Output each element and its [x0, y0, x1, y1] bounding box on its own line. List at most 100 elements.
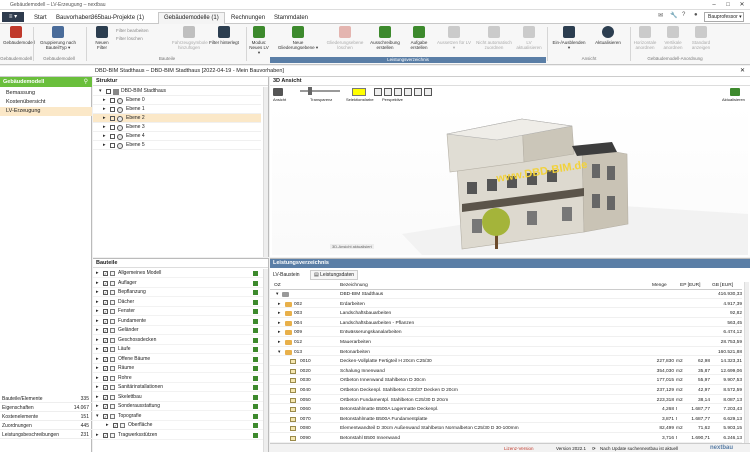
- building-render[interactable]: www.DBD-BIM.de: [272, 104, 748, 255]
- checkbox[interactable]: [110, 107, 115, 112]
- filter-hinterlegt-button[interactable]: Filter hinterlegt: [208, 26, 240, 45]
- tab-365bau-projekte[interactable]: 365bau-Projekte (1): [85, 12, 150, 24]
- expand-icon[interactable]: ▸: [103, 123, 106, 132]
- filter-icon[interactable]: [253, 337, 258, 343]
- filter-loeschen-button[interactable]: Filter löschen: [116, 36, 143, 41]
- filter-icon[interactable]: [253, 394, 258, 400]
- col-ep[interactable]: EP [EUR]: [680, 282, 700, 290]
- tree-level-row[interactable]: ▸ Ebene 0: [93, 96, 261, 105]
- checkbox[interactable]: ✓: [103, 413, 108, 419]
- app-menu-button[interactable]: ≡ ▾: [2, 12, 24, 22]
- collapse-icon[interactable]: ▾: [99, 87, 102, 96]
- tree-level-row[interactable]: ▸ Ebene 2: [93, 114, 261, 123]
- checkbox[interactable]: ✓: [103, 290, 108, 295]
- refresh-3d-icon[interactable]: [730, 88, 740, 96]
- nav-item-kostenuebersicht[interactable]: Kostenübersicht: [0, 98, 92, 107]
- expand-icon[interactable]: ▸: [278, 320, 280, 328]
- filter-icon[interactable]: [253, 309, 258, 314]
- tab-gebaeudemodelle[interactable]: Gebäudemodelle (1): [158, 12, 225, 24]
- filter-icon[interactable]: [253, 290, 258, 295]
- filter-icon[interactable]: [253, 432, 258, 438]
- checkbox[interactable]: ✓: [103, 375, 108, 381]
- filter-icon[interactable]: [253, 423, 258, 428]
- tab-leistungsdaten[interactable]: ▤ Leistungsdaten: [310, 270, 359, 280]
- filter-icon[interactable]: [253, 375, 258, 381]
- expand-icon[interactable]: ▸: [96, 355, 99, 364]
- tab-rechnungen[interactable]: Rechnungen: [225, 12, 271, 24]
- nav-item-lv-erzeugung[interactable]: LV-Erzeugung: [0, 107, 92, 116]
- expand-icon[interactable]: ▸: [96, 269, 99, 278]
- expand-icon[interactable]: ▸: [96, 374, 99, 383]
- lv-row[interactable]: ▸ 009 Entwässerungskanalarbeiten 6.474,12: [270, 329, 742, 337]
- bauteil-row[interactable]: ▾ ✓ Topografie: [93, 412, 263, 421]
- ein-ausblenden-button[interactable]: Ein-/Ausblenden ▾: [552, 26, 586, 50]
- view-perspective-icon[interactable]: [384, 88, 392, 96]
- checkbox[interactable]: [110, 143, 115, 148]
- expand-icon[interactable]: ▸: [96, 345, 99, 354]
- expand-icon[interactable]: ▸: [96, 298, 99, 307]
- bauteil-row[interactable]: ▸ ✓ Fundamente: [93, 317, 263, 326]
- expand-icon[interactable]: ▸: [96, 317, 99, 326]
- tree-level-row[interactable]: ▸ Ebene 5: [93, 141, 261, 150]
- checkbox[interactable]: ✓: [103, 366, 108, 371]
- checkbox[interactable]: ✓: [103, 299, 108, 305]
- expand-icon[interactable]: ▸: [103, 114, 106, 123]
- filter-icon[interactable]: [253, 413, 258, 419]
- close-model-tab-icon[interactable]: ✕: [740, 67, 745, 74]
- checkbox[interactable]: [110, 134, 115, 139]
- user-selector[interactable]: Bauprofessor ▾: [704, 12, 744, 22]
- nicht-zuordnen-button[interactable]: Nicht automatisch zuordnen: [476, 26, 512, 50]
- expand-icon[interactable]: ▸: [96, 431, 99, 440]
- neuer-filter-button[interactable]: Neuen Filter: [90, 26, 114, 50]
- view-mode-icon[interactable]: [273, 88, 283, 96]
- expand-icon[interactable]: ▸: [96, 279, 99, 288]
- expand-icon[interactable]: ▸: [103, 132, 106, 141]
- bauteil-row[interactable]: ▸ ✓ Offene Bäume: [93, 355, 263, 364]
- expand-icon[interactable]: ▸: [96, 336, 99, 345]
- filter-icon[interactable]: [253, 318, 258, 324]
- pin-icon[interactable]: ⚲: [84, 78, 88, 85]
- expand-icon[interactable]: ▸: [96, 383, 99, 392]
- view-perspective-icon[interactable]: [404, 88, 412, 96]
- filter-icon[interactable]: [253, 299, 258, 305]
- lv-row[interactable]: 0070 Betonstahlmatte B500A Fundamentplatt…: [270, 416, 742, 424]
- bauteil-row[interactable]: ▸ ✓ Skelettbau: [93, 393, 263, 402]
- gebaeudemodell-button[interactable]: Gebäudemodell: [3, 26, 35, 45]
- lv-row[interactable]: ▸ 004 Landschaftsbauarbeiten - Pflanzen 563…: [270, 320, 742, 328]
- lv-aktualisieren-button[interactable]: LV aktualisieren: [514, 26, 544, 50]
- filter-icon[interactable]: [253, 347, 258, 352]
- update-link[interactable]: Nach Update suchen: [600, 444, 642, 452]
- tree-level-row[interactable]: ▸ Ebene 1: [93, 105, 261, 114]
- expand-icon[interactable]: ▸: [278, 310, 280, 318]
- mail-icon[interactable]: ✉: [658, 12, 663, 19]
- expand-icon[interactable]: ▸: [96, 402, 99, 411]
- checkbox[interactable]: [110, 125, 115, 130]
- bauteil-row[interactable]: ▸ ✓ Oberfläche: [93, 421, 263, 430]
- view-perspective-icon[interactable]: [414, 88, 422, 96]
- bauteil-row[interactable]: ▸ ✓ Bepflanzung: [93, 288, 263, 297]
- close-icon[interactable]: ✕: [736, 1, 748, 9]
- lv-row[interactable]: ▸ 003 Landschaftsbauarbeiten 92,82: [270, 310, 742, 318]
- lv-row[interactable]: 0020 Schalung Innenwand 354,030 m2 35,87 12.6…: [270, 368, 742, 376]
- lv-row[interactable]: ▸ 012 Mauerarbeiten 28.753,59: [270, 339, 742, 347]
- fahrzeug-button[interactable]: Fahrzeugsymbole hinzufügen: [172, 26, 208, 50]
- checkbox[interactable]: ✓: [103, 394, 108, 400]
- bauteil-row[interactable]: ▸ ✓ Sonderausstattung: [93, 402, 263, 411]
- expand-icon[interactable]: ▸: [96, 393, 99, 402]
- lv-row[interactable]: 0010 Decken-Vollplatte Fertigteil H 20cm …: [270, 358, 742, 366]
- filter-icon[interactable]: [253, 404, 258, 409]
- color-swatch[interactable]: [352, 88, 366, 96]
- collapse-icon[interactable]: ▾: [276, 291, 278, 299]
- aussetzen-button[interactable]: Aussetzen für LV ▾: [436, 26, 472, 50]
- bauteil-row[interactable]: ▸ ✓ Geländer: [93, 326, 263, 335]
- checkbox[interactable]: ✓: [103, 280, 108, 286]
- checkbox[interactable]: ✓: [103, 385, 108, 390]
- bauteil-row[interactable]: ▸ ✓ Rohre: [93, 374, 263, 383]
- bauteil-row[interactable]: ▸ ✓ Tragwerksstützen: [93, 431, 263, 440]
- expand-icon[interactable]: ▸: [103, 96, 106, 105]
- gruppierung-button[interactable]: Gruppierung nach BauteilTyp ▾: [36, 26, 80, 50]
- col-menge[interactable]: Menge: [652, 282, 667, 290]
- filter-icon[interactable]: [253, 356, 258, 362]
- expand-icon[interactable]: ▾: [96, 412, 99, 421]
- tree-level-row[interactable]: ▸ Ebene 4: [93, 132, 261, 141]
